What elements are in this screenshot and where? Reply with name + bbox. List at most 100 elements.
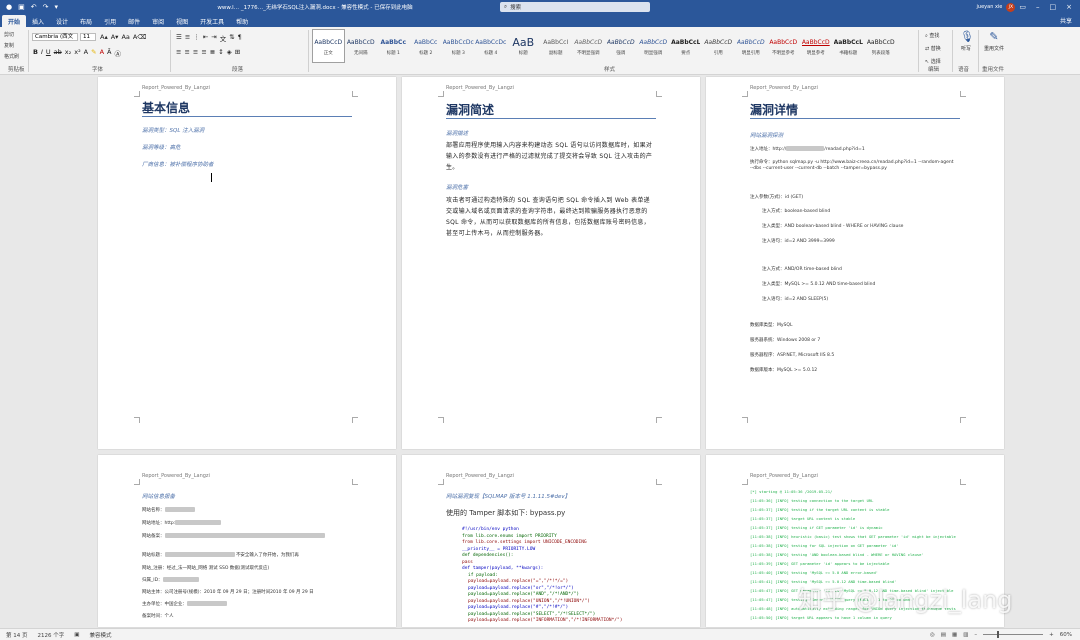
ribbon-display-icon[interactable]: ▭ (1019, 3, 1026, 11)
cut-button[interactable]: 剪切 (4, 31, 19, 38)
increase-indent-icon[interactable]: ⇥ (211, 33, 216, 43)
save-icon[interactable]: ▣ (18, 3, 25, 11)
web-layout-icon[interactable]: ▥ (963, 632, 968, 638)
distributed-icon[interactable]: ≣ (210, 48, 215, 56)
maximize-icon[interactable]: □ (1050, 3, 1057, 11)
style-item[interactable]: AaBbCcD 正文 (312, 29, 345, 63)
shrink-font-icon[interactable]: A▾ (111, 33, 119, 41)
tab-review[interactable]: 审阅 (146, 15, 170, 27)
user-account[interactable]: jueyan xie JX (977, 2, 1020, 12)
share-button[interactable]: 共享 (1052, 14, 1080, 27)
dictate-button[interactable]: 🎙 听写 (956, 31, 976, 53)
close-icon[interactable]: × (1066, 3, 1072, 11)
superscript-icon[interactable]: x² (74, 48, 80, 58)
word-count[interactable]: 2126 个字 (38, 631, 65, 639)
page-count[interactable]: 第 14 页 (6, 631, 28, 639)
change-case-icon[interactable]: Aa (121, 33, 129, 41)
font-family-select[interactable]: Cambria (西文 (32, 33, 78, 41)
underline-icon[interactable]: U (46, 48, 51, 58)
select-button[interactable]: ↖ 选择 (925, 58, 941, 65)
style-item[interactable]: AaBbCcD 列表段落 (865, 29, 898, 63)
align-right-icon[interactable]: ≡ (193, 48, 198, 56)
line-spacing-icon[interactable]: ↕ (218, 48, 223, 56)
zoom-slider[interactable] (983, 631, 1044, 638)
style-item[interactable]: AaBbCc 标题 2 (410, 29, 443, 63)
read-mode-icon[interactable]: ▤ (941, 632, 946, 638)
style-item[interactable]: AaBbCcD 明显强调 (637, 29, 670, 63)
format-painter-button[interactable]: 格式刷 (4, 53, 19, 60)
grow-font-icon[interactable]: A▴ (100, 33, 108, 41)
text-effects-icon[interactable]: A (84, 48, 88, 58)
style-item[interactable]: AaBbCc 标题 1 (377, 29, 410, 63)
enclose-char-icon[interactable]: Ⓐ (114, 48, 121, 58)
font-size-select[interactable]: 11 (80, 33, 96, 41)
document-page-5[interactable]: Report_Powered_By_Langzi 网站漏洞复现【SQLMAP 版… (402, 455, 700, 627)
tab-view[interactable]: 视图 (170, 15, 194, 27)
redo-icon[interactable]: ↷ (43, 3, 49, 11)
borders-icon[interactable]: ⊞ (235, 48, 240, 56)
style-item[interactable]: AaBbCcDc 标题 3 (442, 29, 475, 63)
align-left-icon[interactable]: ≡ (176, 48, 181, 56)
minimize-icon[interactable]: – (1036, 3, 1040, 11)
redacted-block (164, 533, 325, 538)
document-page-3[interactable]: Report_Powered_By_Langzi 漏洞详情 网站漏洞探测 注入地… (706, 77, 1004, 449)
undo-icon[interactable]: ↶ (31, 3, 37, 11)
document-page-1[interactable]: Report_Powered_By_Langzi 基本信息 漏洞类型：SQL 注… (98, 77, 396, 449)
style-item[interactable]: AaBbCcD 明显参考 (800, 29, 833, 63)
customize-qa-icon[interactable]: ▾ (54, 3, 58, 11)
detail-line: 执行命令：python sqlmap.py -u http://www.baiz… (750, 160, 954, 165)
clear-format-icon[interactable]: A⌫ (133, 33, 147, 41)
strikethrough-icon[interactable]: ab (54, 48, 62, 58)
chinese-layout-icon[interactable]: 文 (220, 33, 227, 43)
numbering-icon[interactable]: ≡ (185, 33, 190, 43)
print-layout-icon[interactable]: ▦ (952, 632, 957, 638)
style-item[interactable]: AaBbCcD 强调 (605, 29, 638, 63)
multilevel-list-icon[interactable]: ⋮ (193, 33, 200, 43)
highlight-icon[interactable]: ✎ (91, 48, 96, 58)
style-item[interactable]: AaBbCcDc 标题 4 (475, 29, 508, 63)
tab-developer[interactable]: 开发工具 (194, 15, 230, 27)
bold-icon[interactable]: B (33, 48, 38, 58)
find-button[interactable]: ⌕ 查找 (925, 32, 941, 39)
style-item[interactable]: AaB 标题 (507, 29, 540, 63)
style-item[interactable]: AaBbCcD 引用 (702, 29, 735, 63)
autosave-toggle-icon[interactable]: ● (6, 3, 12, 11)
document-page-2[interactable]: Report_Powered_By_Langzi 漏洞简述 漏洞描述 部署应用程… (402, 77, 700, 449)
zoom-in-icon[interactable]: + (1049, 632, 1054, 638)
reuse-files-button[interactable]: ✎ 重用文件 (982, 31, 1006, 53)
proofing-icon[interactable]: ▣ (74, 632, 79, 638)
font-color-icon[interactable]: A (100, 48, 104, 58)
style-item[interactable]: AaBbCcL 书籍标题 (832, 29, 865, 63)
focus-mode-icon[interactable]: ◎ (930, 632, 935, 638)
shading-icon[interactable]: ◈ (227, 48, 232, 56)
style-item[interactable]: AaBbCcD 不明显强调 (572, 29, 605, 63)
document-page-4[interactable]: Report_Powered_By_Langzi 网站信息报备 网站名称： 网站… (98, 455, 396, 627)
tab-layout[interactable]: 布局 (74, 15, 98, 27)
style-item[interactable]: AaBbCcL 要点 (670, 29, 703, 63)
tab-insert[interactable]: 插入 (26, 15, 50, 27)
align-center-icon[interactable]: ≡ (184, 48, 189, 56)
show-marks-icon[interactable]: ¶ (238, 33, 242, 43)
bullets-icon[interactable]: ☰ (176, 33, 182, 43)
zoom-level[interactable]: 60% (1060, 632, 1072, 638)
style-item[interactable]: AaBbCcD 无间隔 (345, 29, 378, 63)
copy-button[interactable]: 复制 (4, 42, 19, 49)
style-item[interactable]: AaBbCcD 不明显参考 (767, 29, 800, 63)
style-item[interactable]: AaBbCcI 副标题 (540, 29, 573, 63)
tab-help[interactable]: 帮助 (230, 15, 254, 27)
tab-design[interactable]: 设计 (50, 15, 74, 27)
avatar[interactable]: JX (1006, 2, 1016, 12)
tab-mailings[interactable]: 邮件 (122, 15, 146, 27)
char-shading-icon[interactable]: Ā (107, 48, 111, 58)
zoom-out-icon[interactable]: – (974, 632, 977, 638)
sort-icon[interactable]: ⇅ (229, 33, 234, 43)
search-box[interactable]: ⌕ 搜索 (500, 2, 650, 12)
tab-home[interactable]: 开始 (2, 15, 27, 27)
subscript-icon[interactable]: x₂ (65, 48, 71, 58)
italic-icon[interactable]: I (41, 48, 43, 58)
tab-references[interactable]: 引用 (98, 15, 122, 27)
replace-button[interactable]: ⇄ 替换 (925, 45, 941, 52)
style-item[interactable]: AaBbCcD 明显引用 (735, 29, 768, 63)
decrease-indent-icon[interactable]: ⇤ (203, 33, 208, 43)
justify-icon[interactable]: ≡ (201, 48, 206, 56)
